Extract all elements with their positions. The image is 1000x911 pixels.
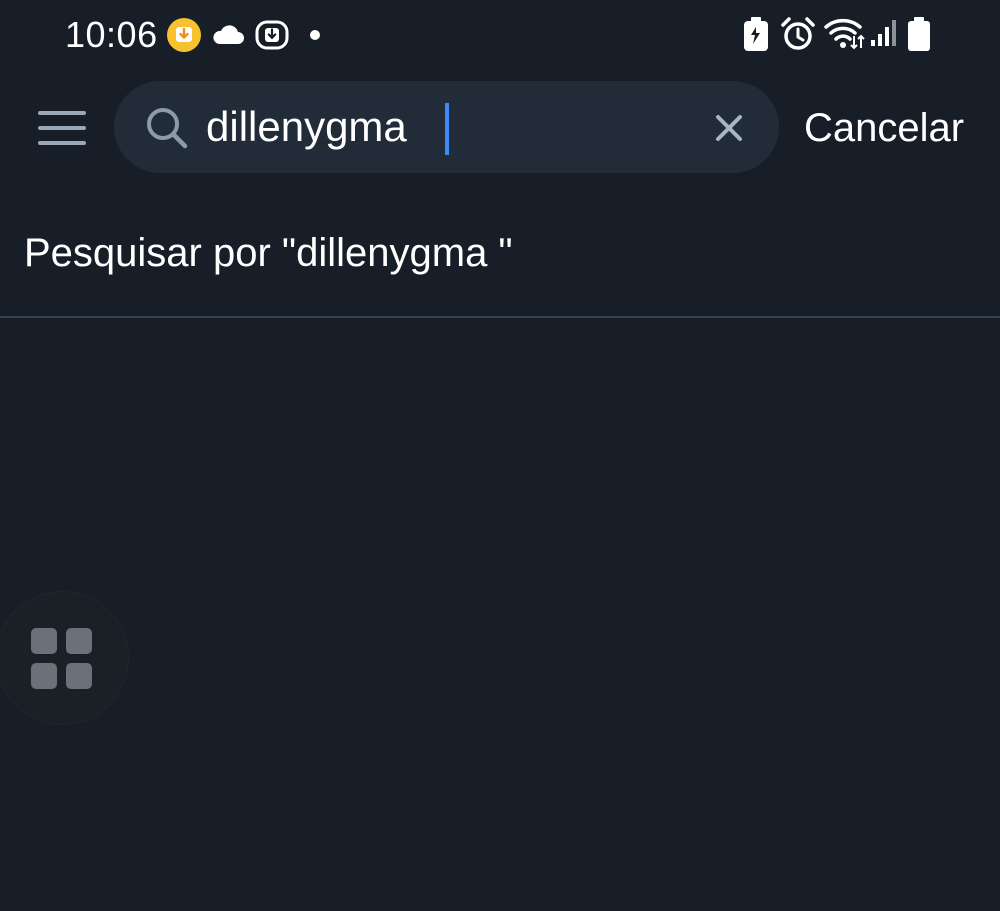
floating-apps-button[interactable] — [0, 592, 128, 724]
alarm-icon — [781, 17, 815, 50]
grid-icon-cell-1 — [31, 628, 57, 654]
cancel-button[interactable]: Cancelar — [804, 106, 964, 151]
cloud-icon — [213, 25, 244, 44]
search-icon — [147, 108, 188, 149]
menu-icon-line-middle — [38, 126, 86, 130]
notification-dot-icon — [310, 30, 320, 40]
search-suggestion[interactable]: Pesquisar por "dillenygma " — [0, 200, 1000, 317]
wifi-icon — [824, 19, 865, 50]
status-time: 10:06 — [65, 14, 158, 55]
download-app-icon — [167, 18, 201, 52]
menu-button[interactable] — [30, 104, 94, 152]
menu-icon-line-bottom — [38, 141, 86, 145]
screen: 10:06 dillenygma Cancelar Pesquisar por … — [0, 0, 1000, 911]
battery-icon — [908, 17, 930, 51]
menu-icon-line-top — [38, 111, 86, 115]
grid-icon-cell-3 — [31, 663, 57, 689]
grid-icon-cell-4 — [66, 663, 92, 689]
search-box[interactable] — [114, 81, 779, 173]
status-bar: 10:06 — [0, 0, 1000, 70]
signal-icon — [871, 20, 896, 46]
divider — [0, 316, 1000, 318]
battery-saver-icon — [744, 17, 768, 51]
search-suggestion-label: Pesquisar por "dillenygma " — [24, 231, 513, 275]
grid-icon-cell-2 — [66, 628, 92, 654]
clear-search-icon[interactable] — [709, 108, 749, 148]
download-badge-icon — [255, 20, 289, 50]
text-caret — [445, 103, 449, 155]
